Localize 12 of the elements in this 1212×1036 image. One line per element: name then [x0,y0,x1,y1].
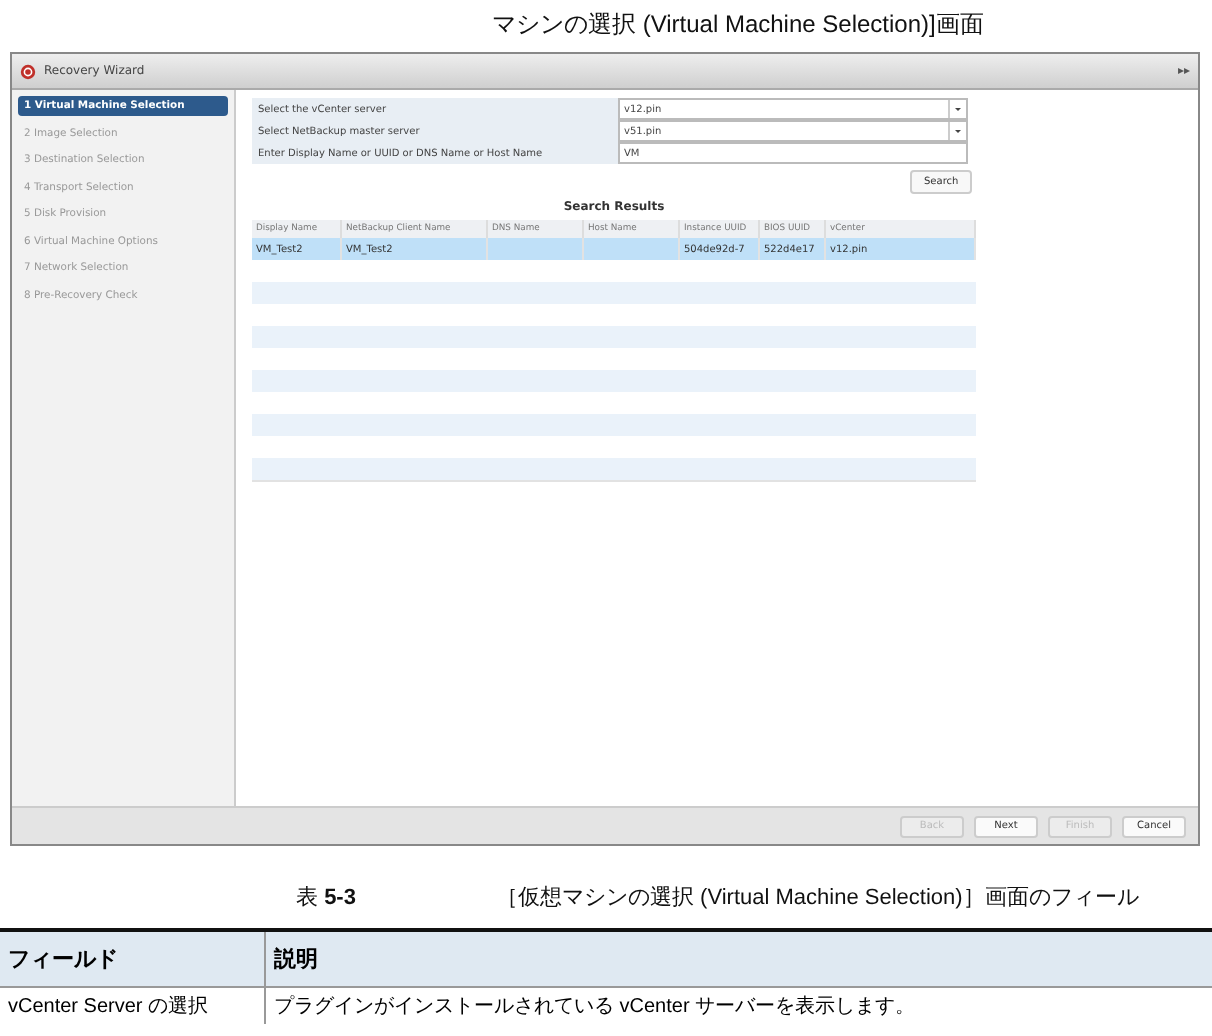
table-caption: ［仮想マシンの選択 (Virtual Machine Selection)］画面のフィール [496,883,1139,912]
column-header: 説明 [264,932,1212,986]
table-cell[interactable] [584,238,680,260]
table-number: 表 5-3 [296,884,358,912]
figure-caption: マシンの選択 (Virtual Machine Selection)]画面 [490,8,986,42]
table-cell: プラグインがインストールされている vCenter サーバーを表示します。 [264,986,1212,1024]
column-header: フィールド [0,932,264,986]
caret-icon [948,122,966,140]
table-cell[interactable] [488,238,584,260]
logo-icon [20,63,36,79]
table-cell: vCenter Server の選択 [0,986,264,1024]
caret-icon [948,100,966,118]
